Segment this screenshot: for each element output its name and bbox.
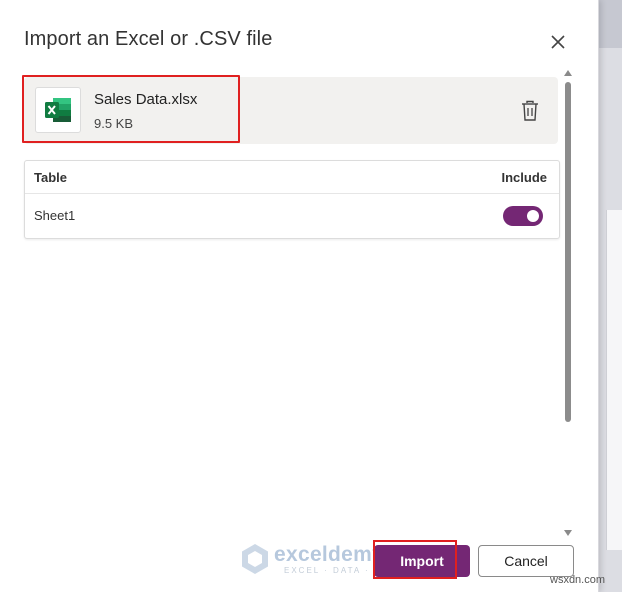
scrollbar[interactable]: [562, 66, 574, 540]
scroll-down-arrow-icon[interactable]: [564, 530, 572, 536]
import-dialog: Import an Excel or .CSV file Sales Data.…: [0, 0, 599, 592]
exceldemy-watermark: exceldemy EXCEL · DATA · BI: [240, 543, 390, 579]
toggle-knob: [527, 210, 539, 222]
background-header: [598, 0, 622, 48]
column-header-include: Include: [501, 170, 547, 185]
import-highlight-annotation: [373, 540, 457, 579]
scroll-thumb[interactable]: [565, 82, 571, 422]
watermark-name: exceldemy: [274, 543, 385, 566]
file-highlight-annotation: [22, 75, 240, 143]
table-row-sheet-name: Sheet1: [34, 208, 76, 223]
delete-file-button[interactable]: [517, 98, 543, 124]
column-header-table: Table: [34, 170, 67, 185]
watermark-tagline: EXCEL · DATA · BI: [284, 566, 386, 575]
table-divider: [25, 193, 559, 194]
trash-icon: [522, 100, 538, 121]
close-button[interactable]: [546, 30, 570, 54]
corner-watermark: wsxdn.com: [550, 574, 606, 586]
cancel-button[interactable]: Cancel: [478, 545, 574, 577]
scroll-up-arrow-icon[interactable]: [564, 70, 572, 76]
dialog-title: Import an Excel or .CSV file: [24, 28, 273, 50]
exceldemy-logo-icon: [242, 544, 268, 574]
sheet-table: Table Include Sheet1: [24, 160, 560, 239]
include-toggle[interactable]: [503, 206, 543, 226]
close-icon: [551, 35, 565, 49]
background-card: [606, 210, 622, 550]
